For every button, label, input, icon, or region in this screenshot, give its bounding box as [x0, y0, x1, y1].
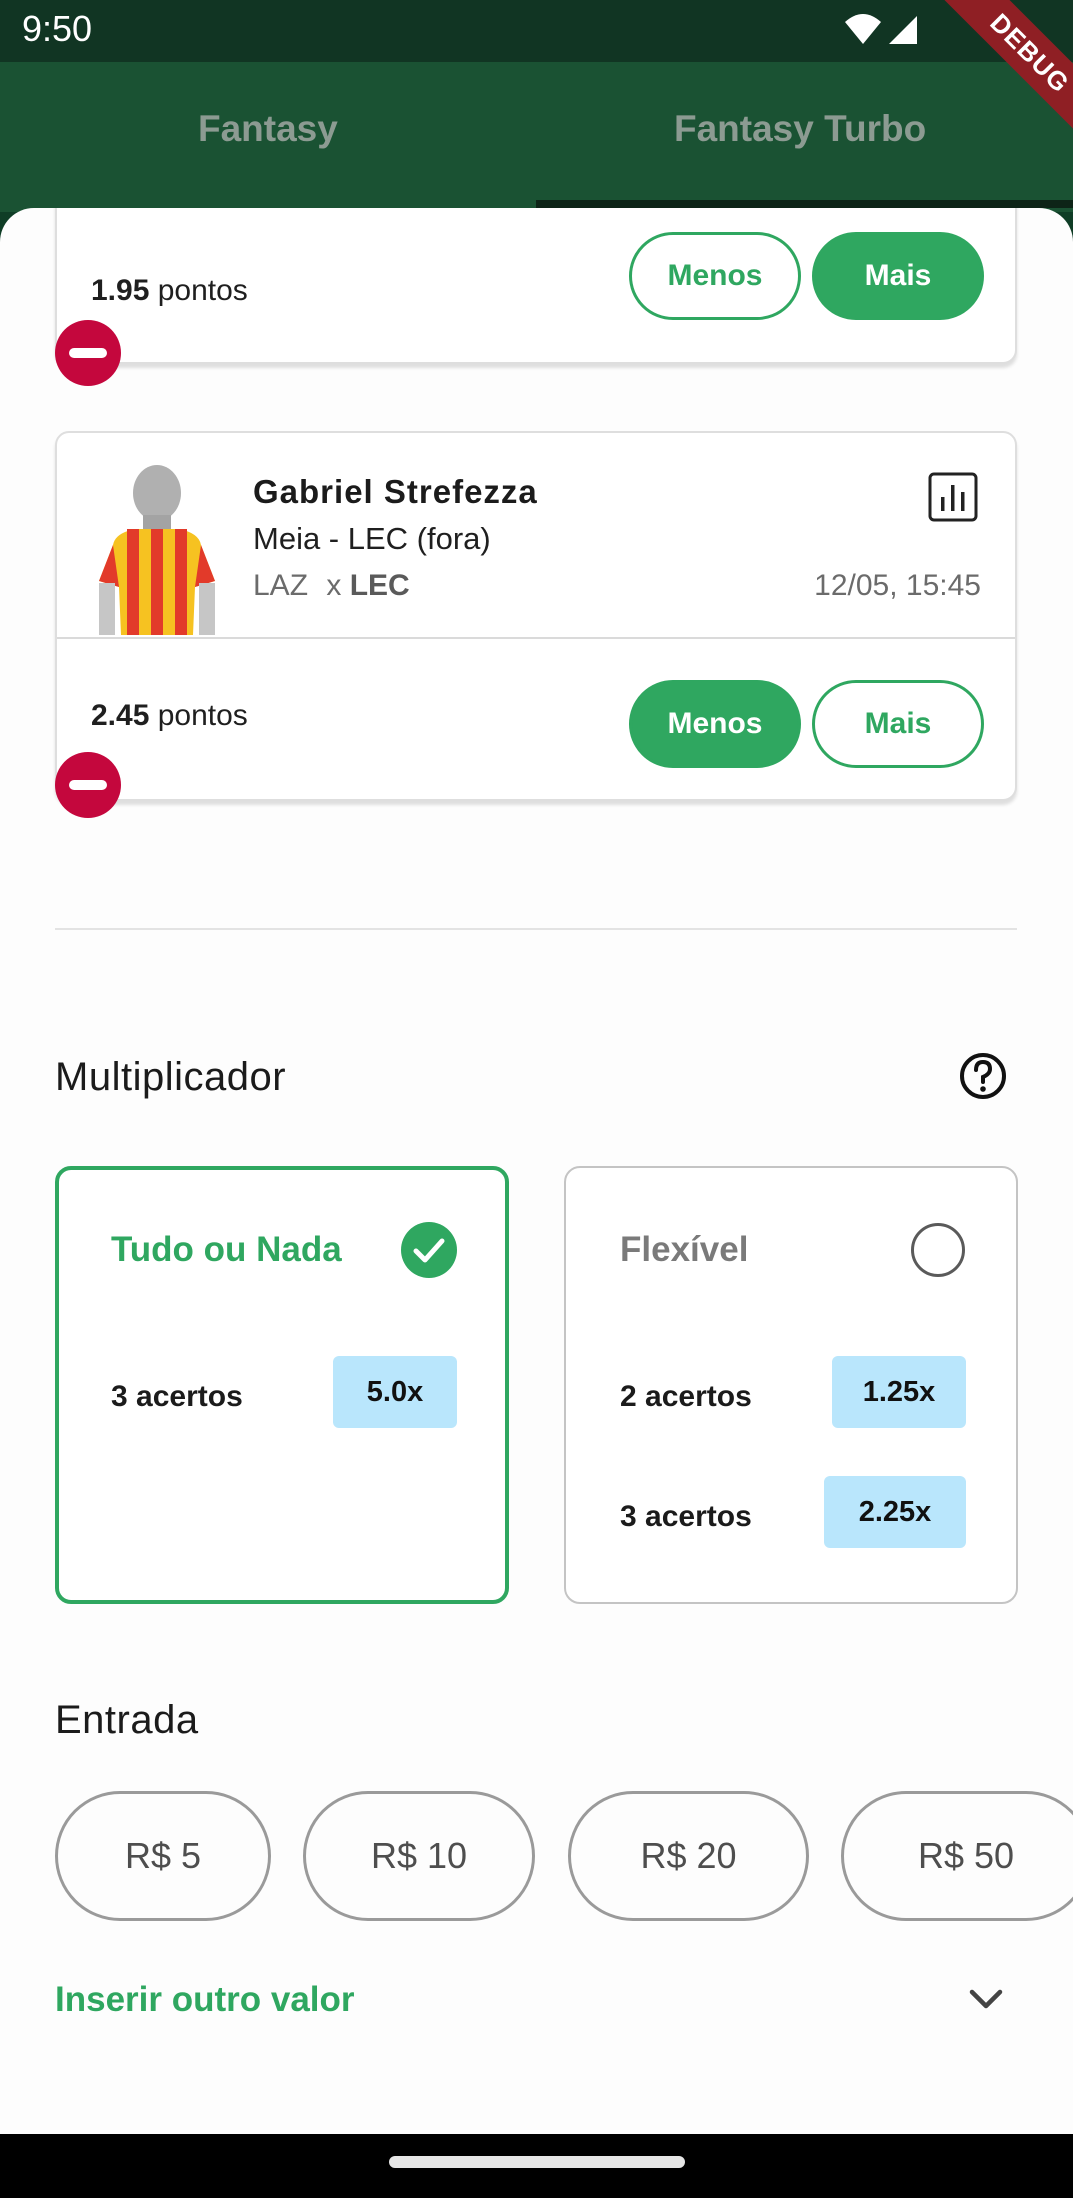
match-datetime: 12/05, 15:45 [814, 569, 981, 602]
player-jersey-avatar [99, 465, 215, 635]
custom-amount-link[interactable]: Inserir outro valor [55, 1980, 355, 2020]
more-button[interactable]: Mais [812, 232, 984, 320]
tab-fantasy[interactable]: Fantasy [198, 108, 338, 150]
pick-card: Gabriel Strefezza Meia - LEC (fora) LAZ … [55, 431, 1017, 801]
points-line: 2.45 pontos [91, 699, 248, 733]
multiplier-title: Multiplicador [55, 1055, 287, 1099]
hits-label: 3 acertos [111, 1380, 243, 1413]
remove-pick-button[interactable] [55, 752, 121, 818]
mode-card-tudo-ou-nada[interactable]: Tudo ou Nada 3 acertos 5.0x [55, 1166, 509, 1604]
tab-indicator [536, 200, 1073, 208]
entry-amount-chip[interactable]: R$ 10 [303, 1791, 535, 1921]
less-button[interactable]: Menos [629, 232, 801, 320]
more-button[interactable]: Mais [812, 680, 984, 768]
points-unit: pontos [157, 274, 248, 307]
points-value: 2.45 [91, 699, 150, 732]
entry-amount-chip[interactable]: R$ 20 [568, 1791, 809, 1921]
multiplier-badge: 2.25x [824, 1476, 966, 1548]
mode-name: Flexível [620, 1230, 749, 1269]
vs-separator: x [326, 569, 342, 602]
tab-fantasy-turbo[interactable]: Fantasy Turbo [674, 108, 926, 150]
points-value: 1.95 [91, 274, 150, 307]
match-line: LAZ x LEC [253, 569, 410, 603]
less-button[interactable]: Menos [629, 680, 801, 768]
entry-title: Entrada [55, 1698, 199, 1742]
mode-name: Tudo ou Nada [111, 1230, 342, 1269]
radio-unchecked-icon [911, 1223, 965, 1277]
points-line: 1.95 pontos [91, 274, 248, 308]
home-gesture-pill[interactable] [389, 2156, 685, 2168]
mode-card-flexivel[interactable]: Flexível 2 acertos 1.25x 3 acertos 2.25x [564, 1166, 1018, 1604]
away-team: LEC [349, 569, 410, 602]
wifi-icon [845, 14, 881, 44]
hits-label: 2 acertos [620, 1380, 752, 1413]
entry-amount-chip[interactable]: R$ 50 [841, 1791, 1073, 1921]
home-team: LAZ [253, 569, 309, 602]
points-unit: pontos [157, 699, 248, 732]
player-name: Gabriel Strefezza [253, 473, 538, 510]
remove-pick-button[interactable] [55, 320, 121, 386]
player-position: Meia - LEC (fora) [253, 521, 491, 556]
card-divider [57, 637, 1015, 639]
help-icon[interactable] [958, 1051, 1008, 1101]
entry-amount-chip[interactable]: R$ 5 [55, 1791, 271, 1921]
pick-card: 1.95 pontos Menos Mais [55, 208, 1017, 364]
check-circle-icon [401, 1222, 457, 1278]
multiplier-badge: 1.25x [832, 1356, 966, 1428]
chevron-down-icon[interactable] [966, 1984, 1006, 2014]
section-divider [55, 928, 1017, 930]
hits-label: 3 acertos [620, 1500, 752, 1533]
battery-signal-icon [889, 16, 917, 44]
multiplier-badge: 5.0x [333, 1356, 457, 1428]
bottom-sheet[interactable]: 1.95 pontos Menos Mais Gabriel Strefezza… [0, 208, 1073, 2134]
status-time: 9:50 [22, 8, 93, 49]
status-icons [843, 10, 923, 55]
stats-chart-icon[interactable] [927, 471, 979, 523]
